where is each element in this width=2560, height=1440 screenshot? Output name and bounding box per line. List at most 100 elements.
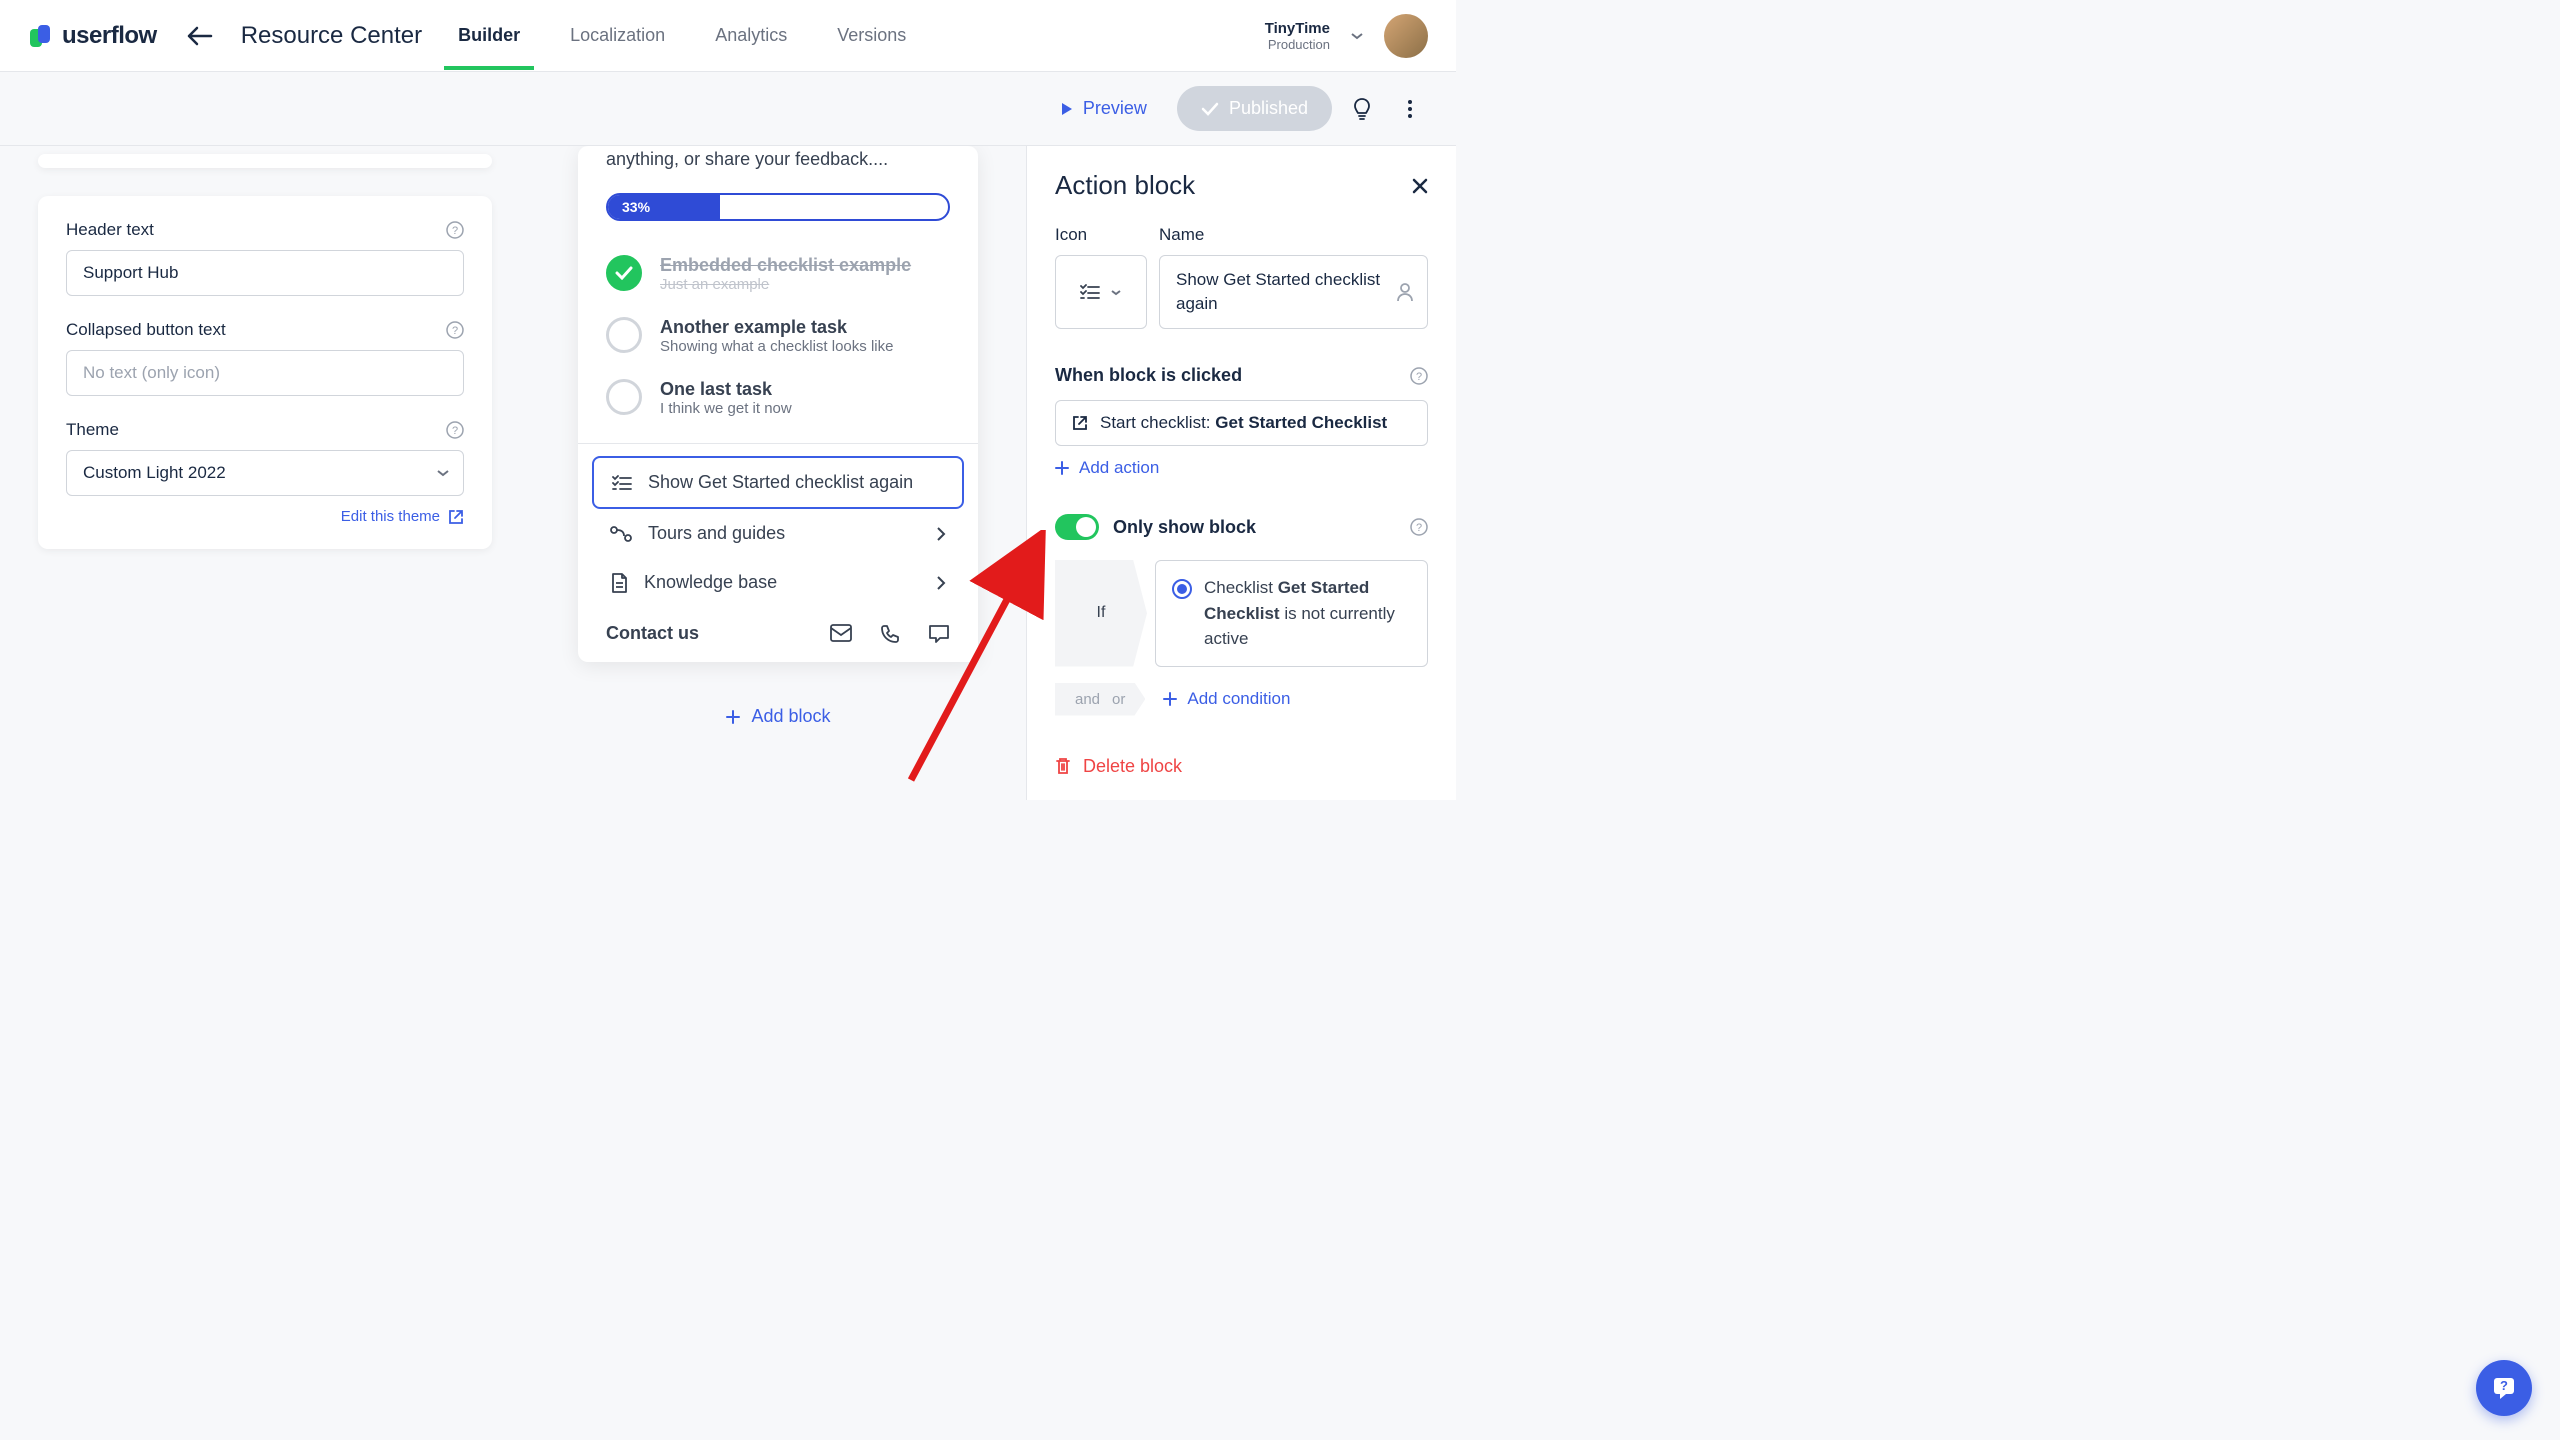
floating-help-button[interactable]: ? [2476,1360,2532,1416]
tab-versions[interactable]: Versions [837,1,906,70]
icon-select[interactable] [1055,255,1147,329]
add-block-button[interactable]: Add block [725,706,830,727]
sub-toolbar: Preview Published [0,72,1456,146]
user-icon[interactable] [1396,282,1414,302]
and-or-selector[interactable]: andor [1055,683,1145,716]
condition-row: If Checklist Get Started Checklist is no… [1055,560,1428,667]
radio-selected-icon [1172,579,1192,599]
add-condition-label: Add condition [1187,689,1290,709]
arrow-left-icon [187,26,213,46]
help-icon[interactable]: ? [446,421,464,439]
svg-text:?: ? [2500,1378,2508,1393]
checklist-item-sub: Showing what a checklist looks like [660,338,950,355]
workspace-env: Production [1265,37,1330,52]
mail-icon[interactable] [830,624,852,642]
close-button[interactable] [1412,178,1428,194]
svg-text:?: ? [1416,371,1422,383]
when-clicked-label: When block is clicked [1055,365,1242,386]
action-block-show-checklist[interactable]: Show Get Started checklist again [592,456,964,509]
help-icon[interactable]: ? [1410,518,1428,536]
delete-block-button[interactable]: Delete block [1055,756,1428,777]
svg-text:?: ? [452,425,458,437]
tab-localization[interactable]: Localization [570,1,665,70]
icon-field-label: Icon [1055,225,1147,245]
help-icon[interactable]: ? [446,321,464,339]
checklist-item[interactable]: Embedded checklist example Just an examp… [606,243,950,305]
contact-label: Contact us [606,623,699,644]
resource-center-widget: anything, or share your feedback.... 33%… [578,146,978,662]
action-item[interactable]: Start checklist: Get Started Checklist [1055,400,1428,446]
help-chat-icon: ? [2490,1374,2518,1402]
tab-analytics[interactable]: Analytics [715,1,787,70]
delete-block-label: Delete block [1083,756,1182,777]
checklist-item-title: Embedded checklist example [660,255,950,276]
chevron-down-icon [1110,289,1122,296]
back-button[interactable] [187,26,213,46]
action-block-tours[interactable]: Tours and guides [592,509,964,558]
checklist-item-title: One last task [660,379,950,400]
help-icon[interactable]: ? [446,221,464,239]
add-condition-button[interactable]: Add condition [1163,689,1290,709]
action-block-knowledge[interactable]: Knowledge base [592,558,964,607]
action-item-text: Start checklist: Get Started Checklist [1100,413,1387,433]
checklist-item[interactable]: Another example task Showing what a chec… [606,305,950,367]
check-circle-done-icon [606,255,642,291]
svg-text:?: ? [452,225,458,237]
plus-icon [1055,461,1069,475]
check-circle-icon [606,379,642,415]
edit-theme-link[interactable]: Edit this theme [66,508,464,525]
if-tag: If [1055,560,1147,667]
condition-content[interactable]: Checklist Get Started Checklist is not c… [1155,560,1428,667]
name-input[interactable]: Show Get Started checklist again [1159,255,1428,329]
avatar[interactable] [1384,14,1428,58]
checklist-item[interactable]: One last task I think we get it now [606,367,950,429]
phone-icon[interactable] [880,624,900,644]
progress-bar: 33% [606,193,950,221]
published-button[interactable]: Published [1177,86,1332,131]
theme-select[interactable]: Custom Light 2022 [66,450,464,496]
close-icon [1412,178,1428,194]
only-show-label: Only show block [1113,517,1396,538]
logo-icon [28,21,58,51]
name-field-label: Name [1159,225,1428,245]
workspace-name: TinyTime [1265,20,1330,37]
condition-text: Checklist Get Started Checklist is not c… [1204,575,1411,652]
chevron-right-icon [936,575,946,591]
settings-card: Header text ? Collapsed button text ? Th… [38,196,492,549]
panel-title: Action block [1055,170,1195,201]
chevron-down-icon[interactable] [1350,32,1364,40]
list-check-icon [1080,284,1100,300]
workspace-selector[interactable]: TinyTime Production [1265,20,1330,52]
published-label: Published [1229,98,1308,119]
progress-fill: 33% [608,195,720,219]
preview-label: Preview [1083,98,1147,119]
plus-icon [1163,692,1177,706]
svg-text:?: ? [1416,522,1422,534]
document-icon [610,573,628,593]
right-panel: Action block Icon Name Show Get Started … [1026,146,1456,800]
more-button[interactable] [1392,91,1428,127]
svg-text:?: ? [452,325,458,337]
action-block-label: Tours and guides [648,523,785,544]
card-stub [38,154,492,168]
header-text-label: Header text [66,220,154,240]
logo[interactable]: userflow [28,21,157,51]
header-text-input[interactable] [66,250,464,296]
only-show-toggle[interactable] [1055,514,1099,540]
contact-row: Contact us [578,607,978,644]
dots-vertical-icon [1408,100,1412,118]
app-header: userflow Resource Center Builder Localiz… [0,0,1456,72]
logo-text: userflow [62,22,157,50]
help-icon[interactable]: ? [1410,367,1428,385]
chat-icon[interactable] [928,624,950,644]
tab-builder[interactable]: Builder [458,1,520,70]
collapsed-text-input[interactable] [66,350,464,396]
preview-button[interactable]: Preview [1041,88,1165,129]
checklist-item-title: Another example task [660,317,950,338]
checklist-item-sub: I think we get it now [660,400,950,417]
hint-button[interactable] [1344,91,1380,127]
add-action-button[interactable]: Add action [1055,458,1428,478]
theme-label: Theme [66,420,119,440]
lightbulb-icon [1352,97,1372,121]
chevron-right-icon [936,526,946,542]
